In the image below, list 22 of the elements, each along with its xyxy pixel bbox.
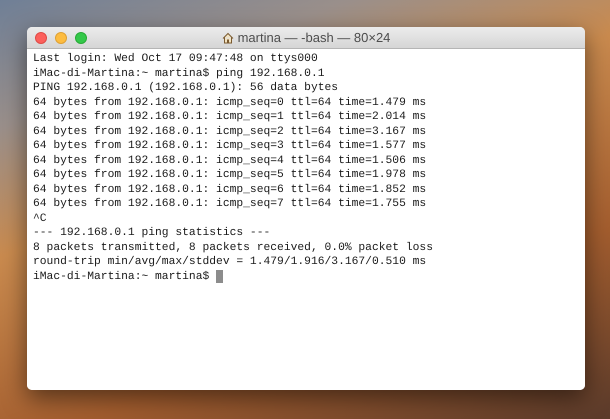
terminal-line: 8 packets transmitted, 8 packets received, 0.0% packet loss	[33, 240, 433, 255]
minimize-button[interactable]	[55, 32, 67, 44]
terminal-line: 64 bytes from 192.168.0.1: icmp_seq=2 ttl=64 time=3.167 ms	[33, 124, 426, 139]
terminal-line: round-trip min/avg/max/stddev = 1.479/1.916/3.167/0.510 ms	[33, 255, 426, 270]
window-title: martina — -bash — 80×24	[238, 28, 390, 47]
terminal-line: iMac-di-Martina:~ martina$ ping 192.168.0.1	[33, 66, 325, 81]
terminal-line: 64 bytes from 192.168.0.1: icmp_seq=0 ttl=64 time=1.479 ms	[33, 96, 426, 110]
prompt-text: iMac-di-Martina:~ martina$	[33, 270, 210, 284]
terminal-line: Last login: Wed Oct 17 09:47:48 on ttys000	[33, 52, 318, 66]
close-button[interactable]	[35, 32, 47, 44]
zoom-button[interactable]	[75, 32, 87, 44]
terminal-line: 64 bytes from 192.168.0.1: icmp_seq=1 ttl=64 time=2.014 ms	[33, 110, 426, 124]
terminal-line: 64 bytes from 192.168.0.1: icmp_seq=3 ttl=64 time=1.577 ms	[33, 139, 426, 154]
terminal-line: 64 bytes from 192.168.0.1: icmp_seq=5 ttl=64 time=1.978 ms	[33, 168, 426, 182]
terminal-line: ^C	[33, 212, 47, 226]
terminal-line: 64 bytes from 192.168.0.1: icmp_seq=4 ttl=64 time=1.506 ms	[33, 154, 426, 168]
terminal-line: 64 bytes from 192.168.0.1: icmp_seq=7 ttl=64 time=1.755 ms	[33, 197, 426, 212]
home-icon	[222, 32, 234, 44]
terminal-line: PING 192.168.0.1 (192.168.0.1): 56 data bytes	[33, 81, 338, 96]
terminal-line: 64 bytes from 192.168.0.1: icmp_seq=6 ttl=64 time=1.852 ms	[33, 182, 426, 197]
terminal-line: --- 192.168.0.1 ping statistics ---	[33, 226, 270, 240]
text-cursor	[216, 270, 224, 284]
